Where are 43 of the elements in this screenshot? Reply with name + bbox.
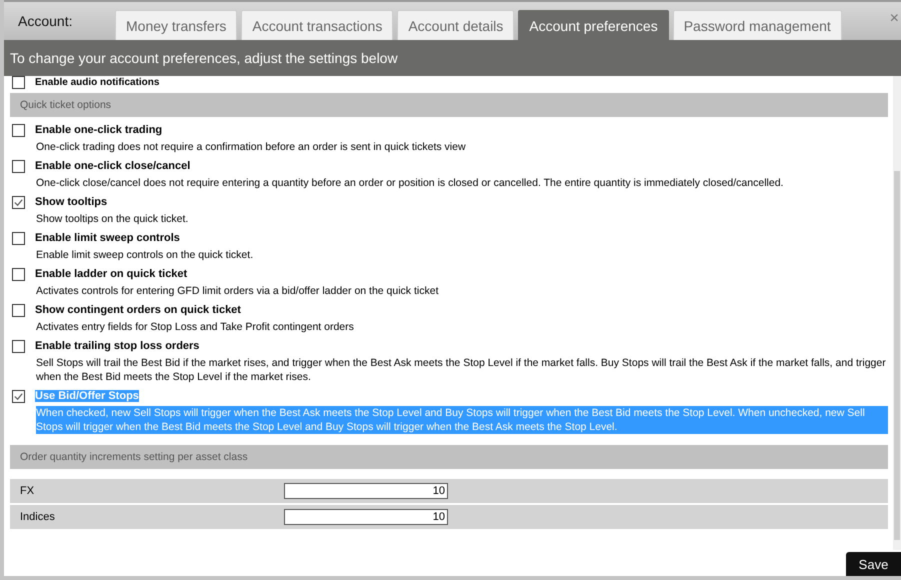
option-description: Show tooltips on the quick ticket. (35, 212, 190, 226)
option-description: One-click trading does not require a confirmation before an order is sent in quick tickets view (35, 140, 467, 154)
option-description: One-click close/cancel does not require entering a quantity before an order or position is closed or cancelled. The entire quantity is immediately closed/cancelled. (35, 176, 784, 190)
checkbox[interactable] (12, 196, 25, 208)
option-description: When checked, new Sell Stops will trigger when the Best Ask meets the Stop Level and Buy Stops will trigger when the Best Bid meets the Stop Level. When unchecked, new Sell Stops will trigger when the Best Bid meets the Stop Level and Buy Stops will trigger when the Best Ask meets the Stop Level. (36, 406, 888, 434)
option-description: Activates controls for entering GFD limit orders via a bid/offer ladder on the quick ticket (35, 284, 440, 298)
asset-class-label: FX (19, 485, 36, 497)
option-title: Enable one-click close/cancel (35, 160, 190, 172)
input-field[interactable]: 10 (284, 509, 448, 525)
checkbox[interactable] (12, 232, 25, 244)
option-title: Show contingent orders on quick ticket (35, 304, 241, 316)
option-description: Sell Stops will trail the Best Bid if the market rises, and trigger when the Best Ask meets the Stop Level if the market falls. Buy Stops will trail the Best Ask if the market falls, and trigger when the Best Bid meets the Stop Level if the market rises. (35, 356, 887, 384)
close-button[interactable]: × (888, 10, 901, 28)
scrollbar-thumb[interactable] (894, 171, 900, 540)
option-title: Enable one-click trading (35, 124, 162, 136)
section-header: Quick ticket options (10, 93, 888, 117)
tab[interactable]: Password management (672, 10, 842, 40)
scrollbar[interactable] (893, 76, 901, 550)
checkbox[interactable] (12, 160, 25, 172)
option-title: Enable trailing stop loss orders (35, 340, 200, 352)
option-title: Enable ladder on quick ticket (35, 268, 188, 280)
checkbox[interactable] (12, 76, 25, 88)
tab[interactable]: Account details (397, 10, 514, 40)
tab[interactable]: Account transactions (241, 10, 394, 40)
option-description: Activates entry fields for Stop Loss and Take Profit contingent orders (35, 320, 355, 334)
option-title: Enable limit sweep controls (35, 232, 180, 244)
save-button[interactable]: Save (846, 552, 901, 576)
checkbox[interactable] (12, 390, 25, 402)
account-label: Account: (17, 13, 74, 29)
checkbox[interactable] (12, 124, 25, 136)
section-header: Order quantity increments setting per asset class (10, 445, 888, 469)
info-banner: To change your account preferences, adjust the settings below (4, 40, 901, 76)
checkbox[interactable] (12, 304, 25, 316)
option-title: Enable audio notifications (35, 76, 160, 88)
tab[interactable]: Account preferences (518, 10, 669, 40)
asset-class-label: Indices (19, 511, 56, 523)
checkbox[interactable] (12, 268, 25, 280)
option-title: Use Bid/Offer Stops (35, 390, 139, 402)
option-title: Show tooltips (35, 196, 108, 208)
option-description: Enable limit sweep controls on the quick ticket. (35, 248, 254, 262)
tab[interactable]: Money transfers (115, 10, 238, 40)
input-field[interactable]: 10 (284, 483, 448, 499)
checkbox[interactable] (12, 340, 25, 352)
